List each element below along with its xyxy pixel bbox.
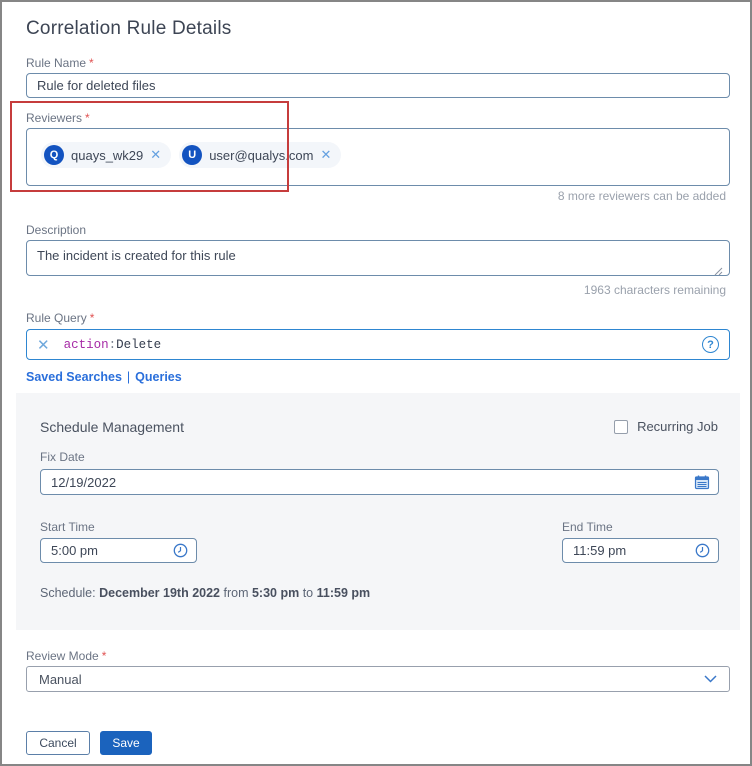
schedule-summary: Schedule: December 19th 2022 from 5:30 p… [40,586,371,600]
review-mode-label: Review Mode * [26,649,107,663]
clock-icon[interactable] [173,543,188,558]
schedule-end: 11:59 pm [316,586,371,600]
reviewer-avatar: U [182,145,203,165]
required-asterisk: * [85,111,90,125]
recurring-job-label: Recurring Job [637,419,718,434]
reviewer-name: user@qualys.com [209,147,314,163]
schedule-start: 5:30 pm [251,586,300,600]
page-title: Correlation Rule Details [26,18,232,39]
description-textarea[interactable]: The incident is created for this rule [26,240,730,276]
reviewers-hint: 8 more reviewers can be added [557,189,726,203]
end-time-value: 11:59 pm [573,543,627,558]
fix-date-label: Fix Date [40,450,85,464]
start-time-label: Start Time [40,520,95,534]
recurring-job-option: Recurring Job [614,419,718,434]
description-hint: 1963 characters remaining [583,283,726,297]
reviewer-chip: U user@qualys.com ✕ [179,142,342,168]
saved-searches-link[interactable]: Saved Searches [26,370,122,384]
help-icon[interactable]: ? [702,336,719,353]
rule-query-label: Rule Query * [26,311,95,325]
remove-reviewer-icon[interactable]: ✕ [320,147,331,163]
reviewer-avatar: Q [44,145,64,165]
schedule-date: December 19th 2022 [99,586,220,600]
schedule-panel-title: Schedule Management [40,419,184,435]
query-links: Saved Searches | Queries [26,370,182,384]
start-time-input[interactable]: 5:00 pm [40,538,197,563]
chevron-down-icon [704,675,717,683]
fix-date-input[interactable]: 12/19/2022 [40,469,719,495]
required-asterisk: * [89,311,95,325]
rule-query-input[interactable]: ✕ action:Delete ? [26,329,730,360]
description-label: Description [26,223,87,237]
save-button[interactable]: Save [100,731,152,755]
recurring-job-checkbox[interactable] [614,419,629,434]
resize-handle-icon[interactable] [714,263,723,281]
required-asterisk: * [101,649,107,663]
remove-reviewer-icon[interactable]: ✕ [150,147,161,163]
queries-link[interactable]: Queries [135,370,182,384]
required-asterisk: * [89,56,94,70]
clear-query-icon[interactable]: ✕ [37,336,50,354]
reviewer-name: quays_wk29 [71,147,144,163]
correlation-rule-details-form: Correlation Rule Details Rule Name* Revi… [2,2,750,764]
rule-name-label: Rule Name * [26,56,94,70]
start-time-value: 5:00 pm [51,543,98,558]
clock-icon[interactable] [695,543,710,558]
end-time-input[interactable]: 11:59 pm [562,538,719,563]
rule-name-input[interactable] [26,73,730,98]
cancel-button[interactable]: Cancel [26,731,90,755]
review-mode-select[interactable]: Manual [26,666,730,692]
schedule-management-panel: Schedule Management Recurring Job Fix Da… [16,393,740,630]
fix-date-value: 12/19/2022 [51,474,117,490]
reviewers-input[interactable]: Q quays_wk29 ✕ U user@qualys.com ✕ [26,128,730,186]
links-separator: | [126,370,131,384]
end-time-label: End Time [562,520,613,534]
reviewers-label: Reviewers * [26,111,90,125]
query-text: action:Delete [63,337,162,352]
review-mode-value: Manual [39,671,82,687]
reviewer-chip: Q quays_wk29 ✕ [41,142,172,168]
calendar-icon[interactable] [694,474,710,490]
